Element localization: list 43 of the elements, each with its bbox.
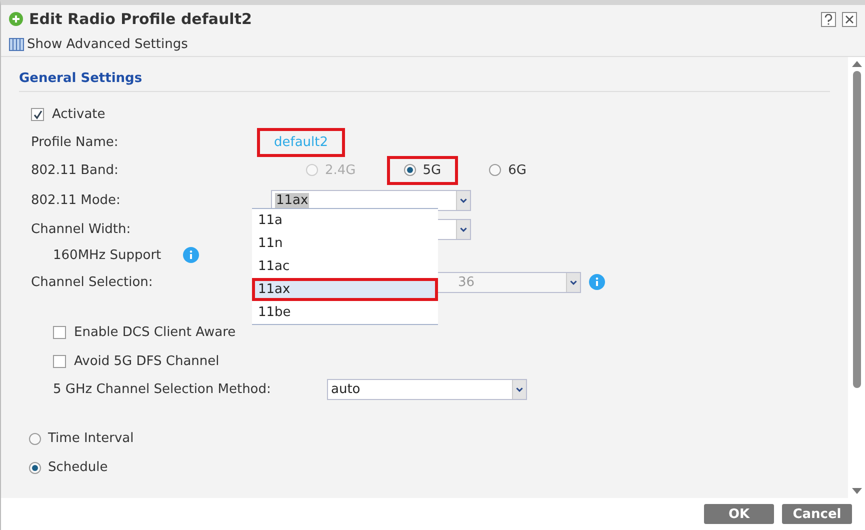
info-icon[interactable] <box>183 247 199 263</box>
radio-button[interactable] <box>29 462 41 474</box>
checkbox-label: Avoid 5G DFS Channel <box>74 354 220 369</box>
show-advanced-settings-link[interactable]: Show Advanced Settings <box>27 37 188 52</box>
band-radio-option[interactable]: 6G <box>472 156 544 184</box>
checkbox[interactable] <box>53 326 66 339</box>
checkbox-label: Activate <box>52 107 106 122</box>
dropdown-option[interactable]: 11n <box>252 232 438 255</box>
table-icon <box>9 38 24 51</box>
radio-label: Schedule <box>48 460 109 475</box>
radio-label: Time Interval <box>48 431 135 446</box>
help-button[interactable] <box>821 12 836 26</box>
add-icon <box>9 12 23 26</box>
info-icon[interactable] <box>589 274 605 290</box>
method-select[interactable]: auto <box>327 378 527 400</box>
dropdown-option[interactable]: 11ax <box>252 278 438 301</box>
window-title: Edit Radio Profile default2 <box>29 10 253 28</box>
section-title: General Settings <box>19 71 830 92</box>
dialog-button[interactable]: OK <box>704 504 774 524</box>
field-label: 160MHz Support <box>53 248 162 262</box>
dropdown-caret-icon[interactable] <box>456 220 470 238</box>
scroll-down-icon[interactable] <box>852 488 862 494</box>
close-button[interactable] <box>842 12 857 26</box>
field-label: Profile Name: <box>31 134 120 150</box>
profile-name-value: default2 <box>257 128 346 156</box>
checkbox[interactable] <box>53 355 66 368</box>
question-mark-icon <box>824 14 833 24</box>
dropdown-option[interactable]: 11be <box>252 301 438 324</box>
radio-button[interactable] <box>29 432 41 444</box>
close-icon <box>845 14 854 24</box>
dialog-button[interactable]: Cancel <box>782 504 852 524</box>
scroll-up-icon[interactable] <box>852 61 862 67</box>
dropdown-caret-icon[interactable] <box>456 191 470 210</box>
field-label: Channel Width: <box>31 222 132 236</box>
band-radio-option[interactable]: 5G <box>386 156 458 184</box>
dropdown-option[interactable]: 11ac <box>252 255 438 278</box>
dropdown-caret-icon[interactable] <box>512 380 526 398</box>
field-label: 802.11 Mode: <box>31 193 122 208</box>
field-label: 802.11 Band: <box>31 162 120 178</box>
checkbox[interactable] <box>31 108 44 121</box>
checkbox-label: Enable DCS Client Aware <box>74 325 237 340</box>
field-label: 5 GHz Channel Selection Method: <box>53 382 272 396</box>
dropdown-option[interactable]: 11a <box>252 209 438 232</box>
